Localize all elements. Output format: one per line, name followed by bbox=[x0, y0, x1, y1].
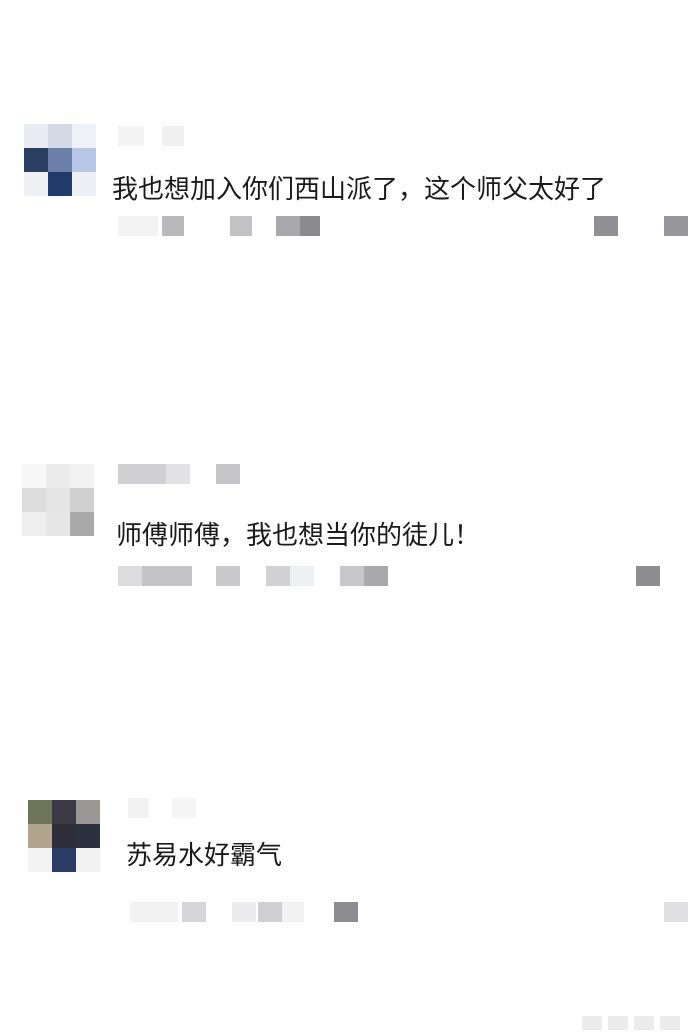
username-redacted[interactable] bbox=[118, 126, 378, 148]
avatar[interactable] bbox=[22, 464, 94, 536]
avatar[interactable] bbox=[28, 800, 100, 872]
comment-item: 我也想加入你们西山派了，这个师父太好了 bbox=[0, 110, 690, 280]
like-button[interactable] bbox=[664, 216, 688, 236]
like-button[interactable] bbox=[664, 902, 688, 922]
comment-text: 师傅师傅，我也想当你的徒儿！ bbox=[116, 521, 481, 551]
comment-text: 我也想加入你们西山派了，这个师父太好了 bbox=[112, 175, 607, 205]
username-redacted[interactable] bbox=[118, 464, 378, 486]
avatar[interactable] bbox=[24, 124, 96, 196]
username-redacted[interactable] bbox=[128, 798, 388, 820]
comment-screenshot: { "comments": [ { "text": "我也想加入你们西山派了，这… bbox=[0, 0, 690, 1036]
comment-item: 师傅师傅，我也想当你的徒儿！ bbox=[0, 450, 690, 620]
comment-meta-redacted bbox=[0, 566, 690, 590]
reply-button[interactable] bbox=[594, 216, 618, 236]
comment-meta-redacted bbox=[0, 216, 690, 240]
comment-meta-redacted bbox=[0, 902, 690, 926]
watermark bbox=[582, 1016, 682, 1030]
comment-item: 苏易水好霸气 bbox=[0, 786, 690, 956]
like-button[interactable] bbox=[636, 566, 660, 586]
comment-text: 苏易水好霸气 bbox=[126, 841, 283, 871]
